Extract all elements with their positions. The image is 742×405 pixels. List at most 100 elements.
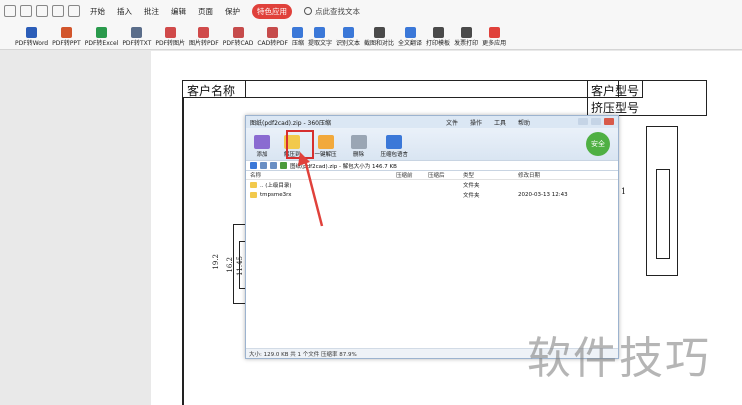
table-row[interactable]: .. (上级目录) 文件夹	[246, 180, 618, 190]
print-template-button[interactable]: 打印模板	[426, 27, 450, 49]
zip-file-icon	[280, 162, 287, 169]
tab-home[interactable]: 开始	[90, 6, 105, 17]
search-icon	[304, 7, 312, 15]
archive-path: 图纸(pdf2cad).zip - 解包大小为 146.7 KB	[290, 163, 397, 170]
customer-name-label: 客户名称	[187, 84, 236, 98]
drawing-border	[182, 98, 184, 405]
apps-grid-icon	[488, 27, 500, 38]
cad-to-pdf-button[interactable]: CAD转PDF	[257, 27, 288, 49]
tab-protect[interactable]: 保护	[225, 6, 240, 17]
save-icon[interactable]	[20, 5, 32, 17]
archive-language-button[interactable]: 压缩包语言	[381, 135, 408, 160]
ppt-icon	[60, 27, 72, 38]
full-translate-button[interactable]: 全文翻译	[398, 27, 422, 49]
pdf-to-image-button[interactable]: PDF转图片	[155, 27, 185, 49]
pdf-to-excel-button[interactable]: PDF转Excel	[85, 27, 118, 49]
screenshot-compare-button[interactable]: 截图和对比	[364, 27, 394, 49]
column-date[interactable]: 修改日期	[518, 171, 598, 179]
image-icon	[164, 27, 176, 38]
tab-annotate[interactable]: 批注	[144, 6, 159, 17]
image-to-pdf-button[interactable]: 图片转PDF	[189, 27, 219, 49]
tab-special-apps[interactable]: 特色应用	[252, 3, 292, 19]
compress-icon	[292, 27, 304, 38]
screenshot-icon	[373, 27, 385, 38]
minimize-button[interactable]	[578, 118, 588, 125]
safe-shield-icon: 安全	[586, 132, 610, 156]
extract-text-button[interactable]: 提取文字	[308, 27, 332, 49]
translate-icon	[404, 27, 416, 38]
table-row[interactable]: tmpsme3rx 文件夹 2020-03-13 12:43	[246, 190, 618, 200]
folder-icon	[250, 182, 257, 188]
undo-icon[interactable]	[52, 5, 64, 17]
cad-pdf-icon	[267, 27, 279, 38]
watermark-text: 软件技巧	[527, 333, 711, 384]
find-text-search[interactable]: 点此查找文本	[304, 6, 360, 17]
compress-button[interactable]: 压缩	[292, 27, 304, 49]
archive-title: 图纸(pdf2cad).zip - 360压缩	[250, 119, 331, 127]
pdf-to-cad-button[interactable]: PDF转CAD	[223, 27, 253, 49]
pdf-icon	[198, 27, 210, 38]
more-apps-button[interactable]: 更多应用	[482, 27, 506, 49]
open-icon[interactable]	[4, 5, 16, 17]
customer-model-label: 客户型号	[591, 84, 640, 98]
archive-titlebar: 图纸(pdf2cad).zip - 360压缩 文件 操作 工具 帮助	[246, 116, 618, 128]
extract-text-icon	[314, 27, 326, 38]
pdf-to-word-button[interactable]: PDF转Word	[15, 27, 48, 49]
tab-insert[interactable]: 插入	[117, 6, 132, 17]
ocr-icon	[342, 27, 354, 38]
one-click-extract-icon	[317, 135, 334, 149]
word-icon	[26, 27, 38, 38]
tab-page[interactable]: 页面	[198, 6, 213, 17]
column-name[interactable]: 名称	[246, 171, 396, 179]
add-file-icon	[254, 135, 270, 149]
one-click-extract-button[interactable]: 一键解压	[315, 135, 337, 160]
folder-icon	[250, 192, 257, 198]
invoice-icon	[460, 27, 472, 38]
up-arrow-icon[interactable]	[250, 162, 257, 169]
safe-label: 安全	[591, 140, 605, 148]
print-icon[interactable]	[36, 5, 48, 17]
excel-icon	[96, 27, 108, 38]
dimension-19-2: 19.2	[212, 254, 220, 270]
archive-menu: 文件 操作 工具 帮助	[446, 118, 530, 127]
invoice-print-button[interactable]: 发票打印	[454, 27, 478, 49]
cad-icon	[232, 27, 244, 38]
add-button[interactable]: 添加	[254, 135, 270, 160]
column-before[interactable]: 压缩前	[396, 171, 428, 179]
file-list-header: 名称 压缩前 压缩后 类型 修改日期	[246, 171, 618, 180]
dimension-11-45: 11.45	[236, 256, 244, 277]
extract-to-highlight	[286, 130, 314, 159]
trash-icon	[350, 135, 367, 149]
printer-icon	[432, 27, 444, 38]
pdf-to-txt-button[interactable]: PDF转TXT	[122, 27, 151, 49]
ribbon-tab-bar: 开始 插入 批注 编辑 页面 保护 特色应用 点此查找文本	[0, 0, 742, 22]
window-controls	[578, 118, 614, 125]
view-icon[interactable]	[260, 162, 267, 169]
maximize-button[interactable]	[591, 118, 601, 125]
list-icon[interactable]	[270, 162, 277, 169]
txt-icon	[131, 27, 143, 38]
row-name: tmpsme3rx	[260, 192, 292, 198]
title-table-left	[182, 80, 619, 98]
dimension-16-2: 16.2	[226, 257, 234, 273]
row-type: 文件夹	[463, 193, 480, 199]
side-mark: 1	[621, 187, 627, 196]
delete-button[interactable]: 删除	[350, 135, 367, 160]
close-button[interactable]	[604, 118, 614, 125]
row-name: .. (上级目录)	[260, 183, 292, 189]
menu-file[interactable]: 文件	[446, 118, 458, 127]
status-text: 大小: 129.0 KB 共 1 个文件 压缩率 87.9%	[249, 351, 357, 358]
column-after[interactable]: 压缩后	[428, 171, 463, 179]
language-icon	[386, 135, 403, 149]
find-text-label: 点此查找文本	[315, 6, 360, 16]
recognize-text-button[interactable]: 识别文本	[336, 27, 360, 49]
redo-icon[interactable]	[68, 5, 80, 17]
tab-edit[interactable]: 编辑	[171, 6, 186, 17]
menu-help[interactable]: 帮助	[518, 118, 530, 127]
pdf-to-ppt-button[interactable]: PDF转PPT	[52, 27, 81, 49]
address-bar: 图纸(pdf2cad).zip - 解包大小为 146.7 KB	[246, 160, 618, 171]
menu-tools[interactable]: 工具	[494, 118, 506, 127]
menu-operate[interactable]: 操作	[470, 118, 482, 127]
profile-inner	[656, 169, 670, 259]
column-type[interactable]: 类型	[463, 171, 518, 179]
